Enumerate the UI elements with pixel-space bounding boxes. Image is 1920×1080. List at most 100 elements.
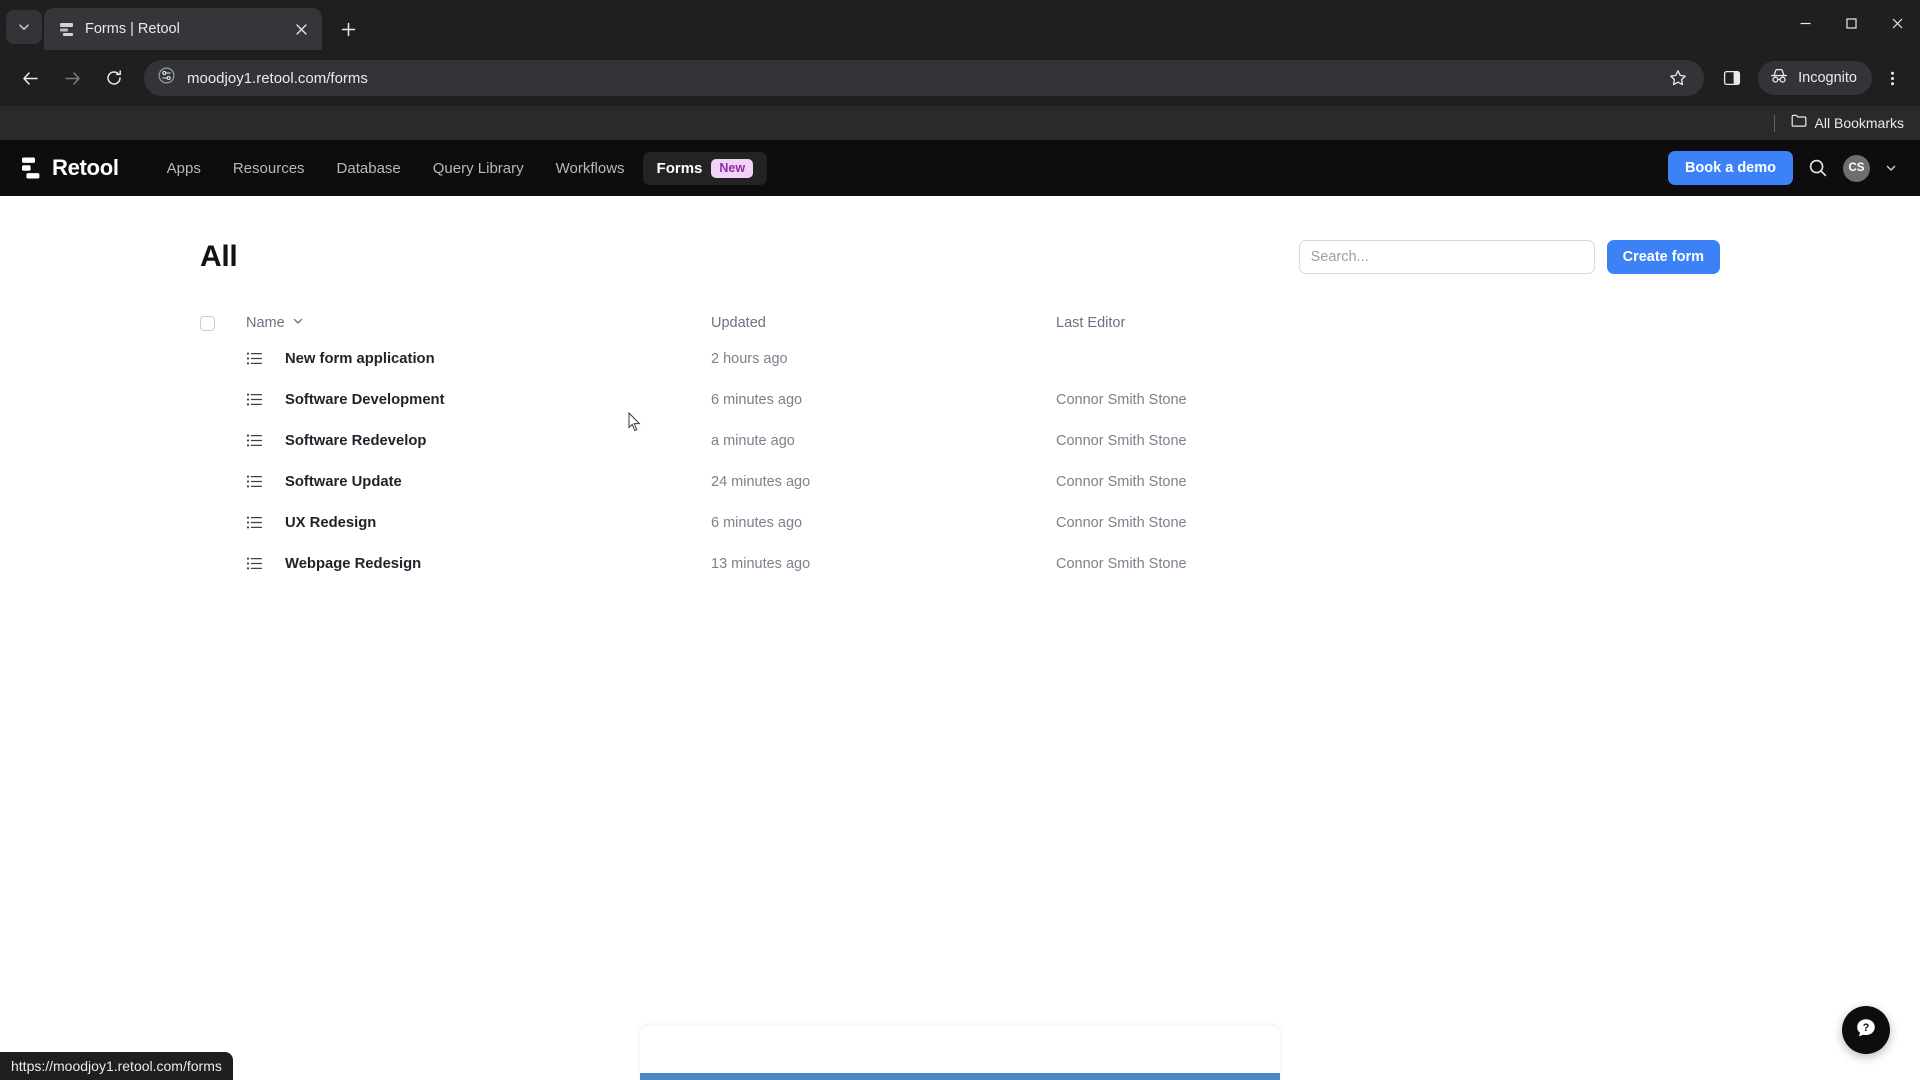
close-icon[interactable] (1874, 0, 1920, 46)
row-updated: 6 minutes ago (711, 391, 803, 408)
help-question-icon: ? (1854, 1016, 1878, 1045)
list-icon (246, 432, 263, 449)
row-name-cell: UX Redesign (246, 514, 711, 531)
list-icon (246, 555, 263, 572)
row-name: Software Update (285, 473, 402, 490)
status-bubble: https://moodjoy1.retool.com/forms (0, 1052, 233, 1080)
search-input[interactable] (1298, 240, 1595, 274)
row-last-editor: Connor Smith Stone (1056, 391, 1187, 408)
retool-logo-text: Retool (52, 155, 119, 180)
select-all-checkbox[interactable] (200, 315, 215, 331)
bookmarks-divider (1773, 114, 1775, 132)
page-title: All (200, 240, 238, 273)
three-dot-menu-icon[interactable] (1874, 60, 1910, 96)
reload-icon[interactable] (94, 58, 134, 98)
browser-toolbar: moodjoy1.retool.com/forms Incognito (0, 50, 1920, 106)
column-header-updated[interactable]: Updated (711, 315, 1056, 331)
svg-text:?: ? (1863, 1022, 1870, 1034)
nav-link-forms-label: Forms (656, 159, 703, 177)
row-name-cell: New form application (246, 350, 711, 367)
row-name: UX Redesign (285, 514, 377, 531)
bottom-panel[interactable] (640, 1026, 1280, 1080)
side-panel-icon[interactable] (1714, 60, 1750, 96)
site-settings-icon[interactable] (158, 67, 175, 89)
column-header-name-label: Name (246, 315, 285, 331)
nav-link-query-library[interactable]: Query Library (419, 153, 538, 184)
page-header: All Create form (200, 234, 1720, 280)
back-arrow-icon[interactable] (10, 58, 50, 98)
row-name-cell: Software Development (246, 391, 711, 408)
column-header-name[interactable]: Name (246, 315, 711, 331)
retool-logo-icon (22, 157, 43, 179)
nav-link-forms[interactable]: Forms New (642, 151, 768, 185)
forms-page-body: All Create form Name (0, 196, 1920, 584)
search-icon[interactable] (1807, 157, 1829, 179)
minimize-icon[interactable] (1782, 0, 1828, 46)
retool-nav-links: Apps Resources Database Query Library Wo… (153, 151, 768, 185)
maximize-icon[interactable] (1828, 0, 1874, 46)
row-last-editor: Connor Smith Stone (1056, 432, 1187, 449)
nav-link-workflows[interactable]: Workflows (542, 153, 639, 184)
retool-navbar: Retool Apps Resources Database Query Lib… (0, 140, 1920, 196)
table-row[interactable]: UX Redesign 6 minutes ago Connor Smith S… (200, 502, 1720, 543)
chevron-down-icon[interactable] (1884, 161, 1898, 175)
folder-icon (1791, 113, 1807, 133)
table-row[interactable]: Software Update 24 minutes ago Connor Sm… (200, 461, 1720, 502)
close-icon[interactable] (290, 18, 312, 40)
browser-window: Forms | Retool moodjoy1.retool.com/forms… (0, 0, 1920, 1080)
nav-link-resources[interactable]: Resources (219, 153, 319, 184)
list-icon (246, 391, 263, 408)
row-name: New form application (285, 350, 435, 367)
browser-tab[interactable]: Forms | Retool (44, 8, 322, 50)
all-bookmarks-button[interactable]: All Bookmarks (1791, 113, 1904, 133)
tab-search-icon[interactable] (6, 10, 42, 44)
page-header-actions: Create form (1298, 240, 1720, 274)
bookmarks-bar: All Bookmarks (0, 106, 1920, 140)
help-button[interactable]: ? (1842, 1006, 1890, 1054)
create-form-button[interactable]: Create form (1606, 240, 1720, 274)
retool-logo[interactable]: Retool (22, 155, 119, 181)
browser-tab-title: Forms | Retool (85, 21, 180, 37)
avatar[interactable]: CS (1843, 154, 1870, 182)
table-row[interactable]: Software Redevelop a minute ago Connor S… (200, 420, 1720, 461)
book-demo-button[interactable]: Book a demo (1667, 151, 1793, 185)
list-icon (246, 350, 263, 367)
address-bar-actions (1660, 60, 1696, 96)
chevron-down-icon[interactable] (292, 315, 304, 331)
address-bar[interactable]: moodjoy1.retool.com/forms (144, 60, 1705, 96)
list-icon (246, 473, 263, 490)
retool-nav-actions: Book a demo CS (1667, 151, 1898, 185)
table-header-row: Name Updated Last Editor (200, 308, 1720, 338)
row-updated: a minute ago (711, 432, 795, 449)
row-name: Webpage Redesign (285, 555, 422, 572)
column-header-last-editor[interactable]: Last Editor (1056, 315, 1720, 331)
mouse-cursor (628, 411, 642, 432)
address-bar-url: moodjoy1.retool.com/forms (187, 69, 368, 87)
row-last-editor: Connor Smith Stone (1056, 555, 1187, 572)
retool-favicon (58, 21, 75, 38)
row-name-cell: Software Update (246, 473, 711, 490)
table-row[interactable]: Software Development 6 minutes ago Conno… (200, 379, 1720, 420)
row-name: Software Development (285, 391, 445, 408)
nav-link-database[interactable]: Database (323, 153, 415, 184)
plus-icon[interactable] (332, 13, 364, 45)
row-name-cell: Webpage Redesign (246, 555, 711, 572)
row-name: Software Redevelop (285, 432, 427, 449)
select-all-cell (200, 315, 246, 331)
browser-tab-strip: Forms | Retool (0, 0, 1920, 50)
nav-link-apps[interactable]: Apps (153, 153, 215, 184)
forward-arrow-icon[interactable] (52, 58, 92, 98)
incognito-icon (1769, 66, 1789, 91)
forms-table: Name Updated Last Editor New form applic… (200, 308, 1720, 584)
row-updated: 6 minutes ago (711, 514, 803, 531)
row-updated: 13 minutes ago (711, 555, 811, 572)
row-updated: 24 minutes ago (711, 473, 811, 490)
table-row[interactable]: Webpage Redesign 13 minutes ago Connor S… (200, 543, 1720, 584)
new-badge: New (711, 158, 754, 178)
incognito-indicator[interactable]: Incognito (1758, 61, 1872, 95)
table-row[interactable]: New form application 2 hours ago (200, 338, 1720, 379)
star-icon[interactable] (1660, 60, 1696, 96)
row-last-editor: Connor Smith Stone (1056, 473, 1187, 490)
window-controls (1782, 0, 1920, 46)
list-icon (246, 514, 263, 531)
